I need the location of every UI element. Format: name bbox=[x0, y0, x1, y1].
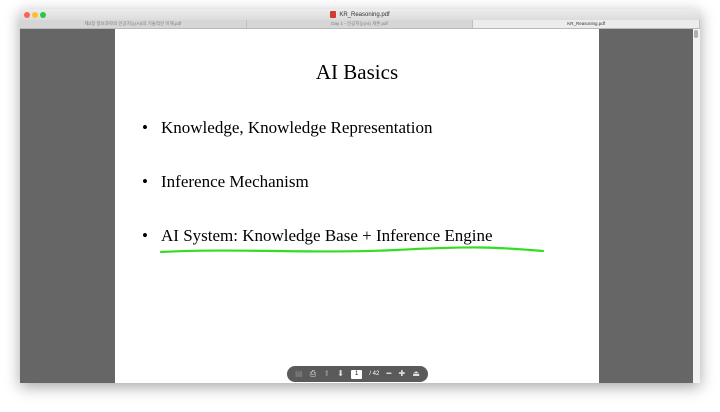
zoom-in-icon[interactable]: ✚ bbox=[399, 369, 406, 379]
tab-bar: 제2장 정보과학의 인공지능(AI)의 기술적인 이해.pdf Day 1 - … bbox=[20, 20, 700, 29]
pdf-file-icon bbox=[330, 11, 337, 18]
up-arrow-icon[interactable]: ⬆ bbox=[323, 369, 330, 379]
tab-document-active[interactable]: KR_Reasoning.pdf bbox=[473, 20, 700, 28]
highlight-annotation bbox=[159, 246, 545, 254]
window-title-group: KR_Reasoning.pdf bbox=[20, 9, 700, 20]
print-icon[interactable]: ⎙ bbox=[310, 369, 316, 379]
green-underline bbox=[159, 246, 545, 254]
title-bar[interactable]: KR_Reasoning.pdf bbox=[20, 9, 700, 20]
down-arrow-icon[interactable]: ⬇ bbox=[337, 369, 344, 379]
floating-page-toolbar: ▤ ⎙ ⬆ ⬇ 1 / 42 ━ ✚ ⏏ bbox=[287, 366, 428, 382]
zoom-out-icon[interactable]: ━ bbox=[387, 369, 392, 379]
tab-document-2[interactable]: Day 1 - 인공지능(AI) 개론.pdf bbox=[247, 20, 474, 28]
pdf-viewer-window: KR_Reasoning.pdf 제2장 정보과학의 인공지능(AI)의 기술적… bbox=[20, 9, 700, 383]
tab-document-1[interactable]: 제2장 정보과학의 인공지능(AI)의 기술적인 이해.pdf bbox=[20, 20, 247, 28]
window-title: KR_Reasoning.pdf bbox=[339, 11, 390, 18]
scrollbar-thumb[interactable] bbox=[694, 30, 698, 38]
vertical-scrollbar[interactable] bbox=[693, 29, 700, 383]
scroll-top-icon[interactable]: ⏏ bbox=[412, 369, 420, 379]
page-number-input[interactable]: 1 bbox=[351, 369, 363, 379]
sidebar-icon[interactable]: ▤ bbox=[295, 369, 303, 379]
pdf-page: AI Basics • Knowledge, Knowledge Represen… bbox=[115, 29, 599, 383]
page-total: / 42 bbox=[369, 371, 380, 377]
document-viewport[interactable]: AI Basics • Knowledge, Knowledge Represen… bbox=[20, 29, 700, 383]
